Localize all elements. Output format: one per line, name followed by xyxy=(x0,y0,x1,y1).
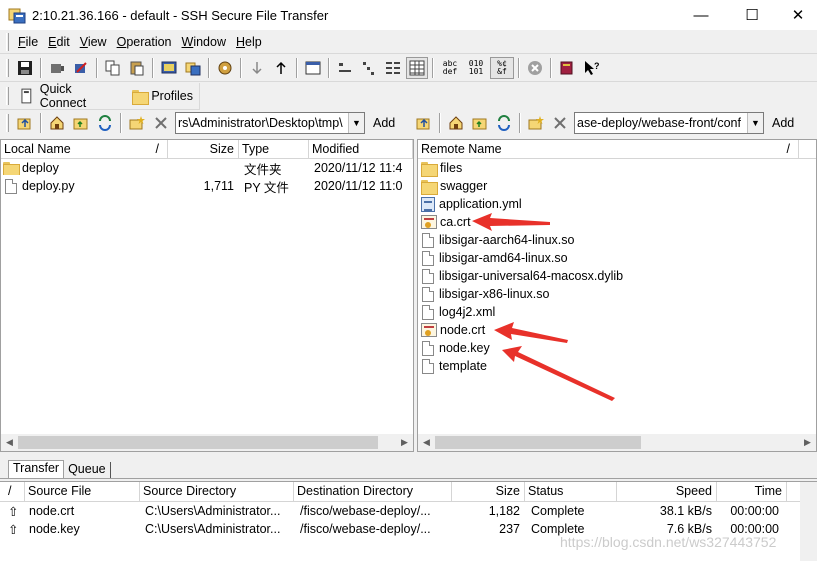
status-column[interactable]: Status xyxy=(525,482,617,501)
upload-arrow-icon: ⇧ xyxy=(8,504,19,519)
source-directory-column[interactable]: Source Directory xyxy=(140,482,294,501)
watermark: https://blog.csdn.net/ws327443752 xyxy=(560,534,777,550)
tab-queue[interactable]: Queue xyxy=(64,462,111,478)
transfer-header: / Source File Source Directory Destinati… xyxy=(0,482,817,502)
speed-column[interactable]: Speed xyxy=(617,482,717,501)
size-column[interactable]: Size xyxy=(452,482,525,501)
transfer-tabs: Transfer Queue xyxy=(0,459,817,479)
annotation-arrow xyxy=(494,322,568,343)
tab-transfer[interactable]: Transfer xyxy=(8,460,65,478)
annotation-arrow xyxy=(472,213,550,231)
time-column[interactable]: Time xyxy=(717,482,787,501)
source-file-column[interactable]: Source File xyxy=(25,482,140,501)
upload-arrow-icon: ⇧ xyxy=(8,522,19,537)
table-row[interactable]: ⇧ node.crt C:\Users\Administrator... /fi… xyxy=(0,502,817,520)
destination-directory-column[interactable]: Destination Directory xyxy=(294,482,452,501)
transfer-direction-column[interactable]: / xyxy=(0,482,25,501)
transfer-vertical-scrollbar[interactable] xyxy=(800,482,817,561)
annotation-arrow xyxy=(502,346,615,401)
